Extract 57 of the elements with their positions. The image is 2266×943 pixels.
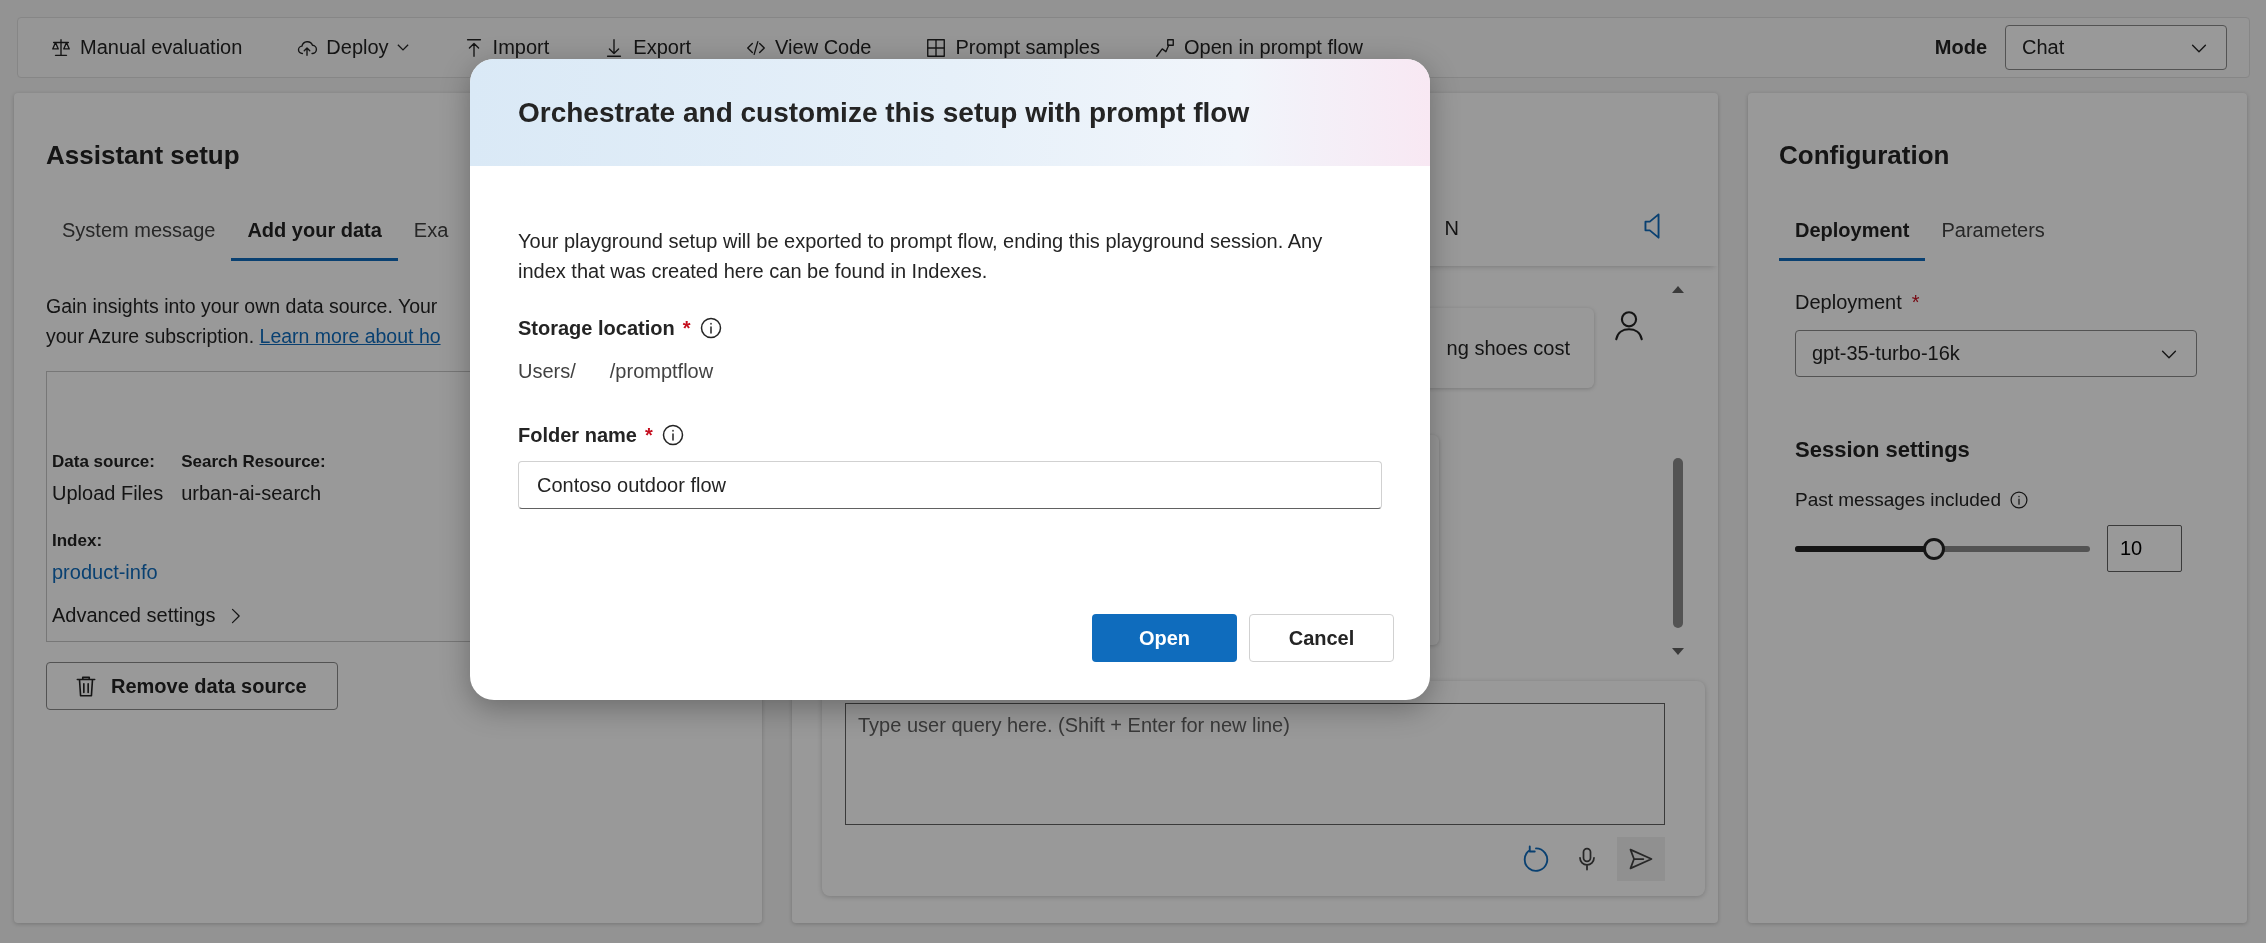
scales-icon	[50, 36, 72, 59]
field-label: Index:	[52, 531, 104, 551]
learn-more-link[interactable]: Learn more about ho	[259, 325, 441, 347]
dialog-title: Orchestrate and customize this setup with prompt flow	[518, 96, 1250, 129]
required-mark: *	[644, 423, 653, 447]
person-icon	[1612, 308, 1646, 342]
advanced-settings-button[interactable]: Advanced settings	[52, 604, 246, 627]
scroll-down-icon[interactable]	[1672, 648, 1684, 655]
field-label: Past messages included	[1795, 489, 2001, 511]
info-icon	[2008, 490, 2029, 510]
dialog-text: Your playground setup will be exported to prompt flow, ending this playground session. Any index that was created here can be found in Indexes.	[518, 229, 1324, 284]
path-text: Users/	[518, 360, 576, 383]
toolbar-button[interactable]: Export	[599, 32, 696, 63]
toolbar-button[interactable]: Prompt samples	[921, 32, 1104, 63]
open-button[interactable]: Open	[1092, 614, 1237, 662]
toolbar-button[interactable]: Deploy	[292, 32, 413, 63]
path-text: /promptflow	[609, 360, 714, 383]
folder-name-field[interactable]: Contoso outdoor flow	[518, 461, 1382, 509]
speaker-icon[interactable]	[1644, 212, 1660, 240]
deployment-dropdown[interactable]: gpt-35-turbo-16k	[1795, 330, 2197, 377]
field-value: urban-ai-search	[181, 482, 323, 505]
header-text: N	[1444, 217, 1459, 240]
tab[interactable]: Deployment	[1779, 209, 1926, 261]
remove-data-source-button[interactable]: Remove data source	[46, 662, 338, 710]
field-label: Folder name	[518, 423, 637, 447]
panel-title: Configuration	[1779, 140, 1951, 171]
required-mark: *	[682, 316, 691, 340]
field-label: Search Resource:	[181, 452, 326, 472]
mode-dropdown[interactable]: Chat	[2005, 25, 2227, 70]
info-icon	[698, 316, 723, 340]
mode-label: Mode	[1934, 36, 1987, 59]
toolbar-button[interactable]: Open in prompt flow	[1149, 32, 1367, 63]
tab[interactable]: System message	[46, 209, 232, 261]
field-label: Deployment	[1795, 291, 1902, 314]
panel-title: Assistant setup	[46, 140, 241, 171]
flow-icon	[1153, 36, 1176, 59]
field-label: Data source:	[52, 452, 156, 472]
cancel-button[interactable]: Cancel	[1249, 614, 1394, 662]
slider[interactable]	[1795, 537, 2090, 560]
field-value: Upload Files	[52, 482, 164, 505]
required-mark: *	[1911, 291, 1920, 314]
tab[interactable]: Add your data	[231, 209, 398, 261]
number-field[interactable]: 10	[2107, 525, 2182, 572]
tab[interactable]: Parameters	[1925, 209, 2061, 261]
grid-icon	[925, 36, 948, 59]
scroll-thumb[interactable]	[1673, 458, 1683, 628]
section-title: Session settings	[1795, 437, 1971, 463]
send-button[interactable]	[1617, 837, 1665, 881]
toolbar-button[interactable]: Manual evaluation	[46, 32, 247, 63]
info-icon	[660, 423, 685, 447]
toolbar-button[interactable]: View Code	[741, 32, 876, 63]
query-input-field[interactable]: Type user query here. (Shift + Enter for new line)	[845, 703, 1665, 825]
scroll-up-icon[interactable]	[1672, 286, 1684, 293]
refresh-icon	[1521, 844, 1551, 874]
field-label: Storage location	[518, 316, 675, 340]
toolbar-button[interactable]: Import	[458, 32, 554, 63]
tab[interactable]: Exa	[397, 209, 465, 261]
